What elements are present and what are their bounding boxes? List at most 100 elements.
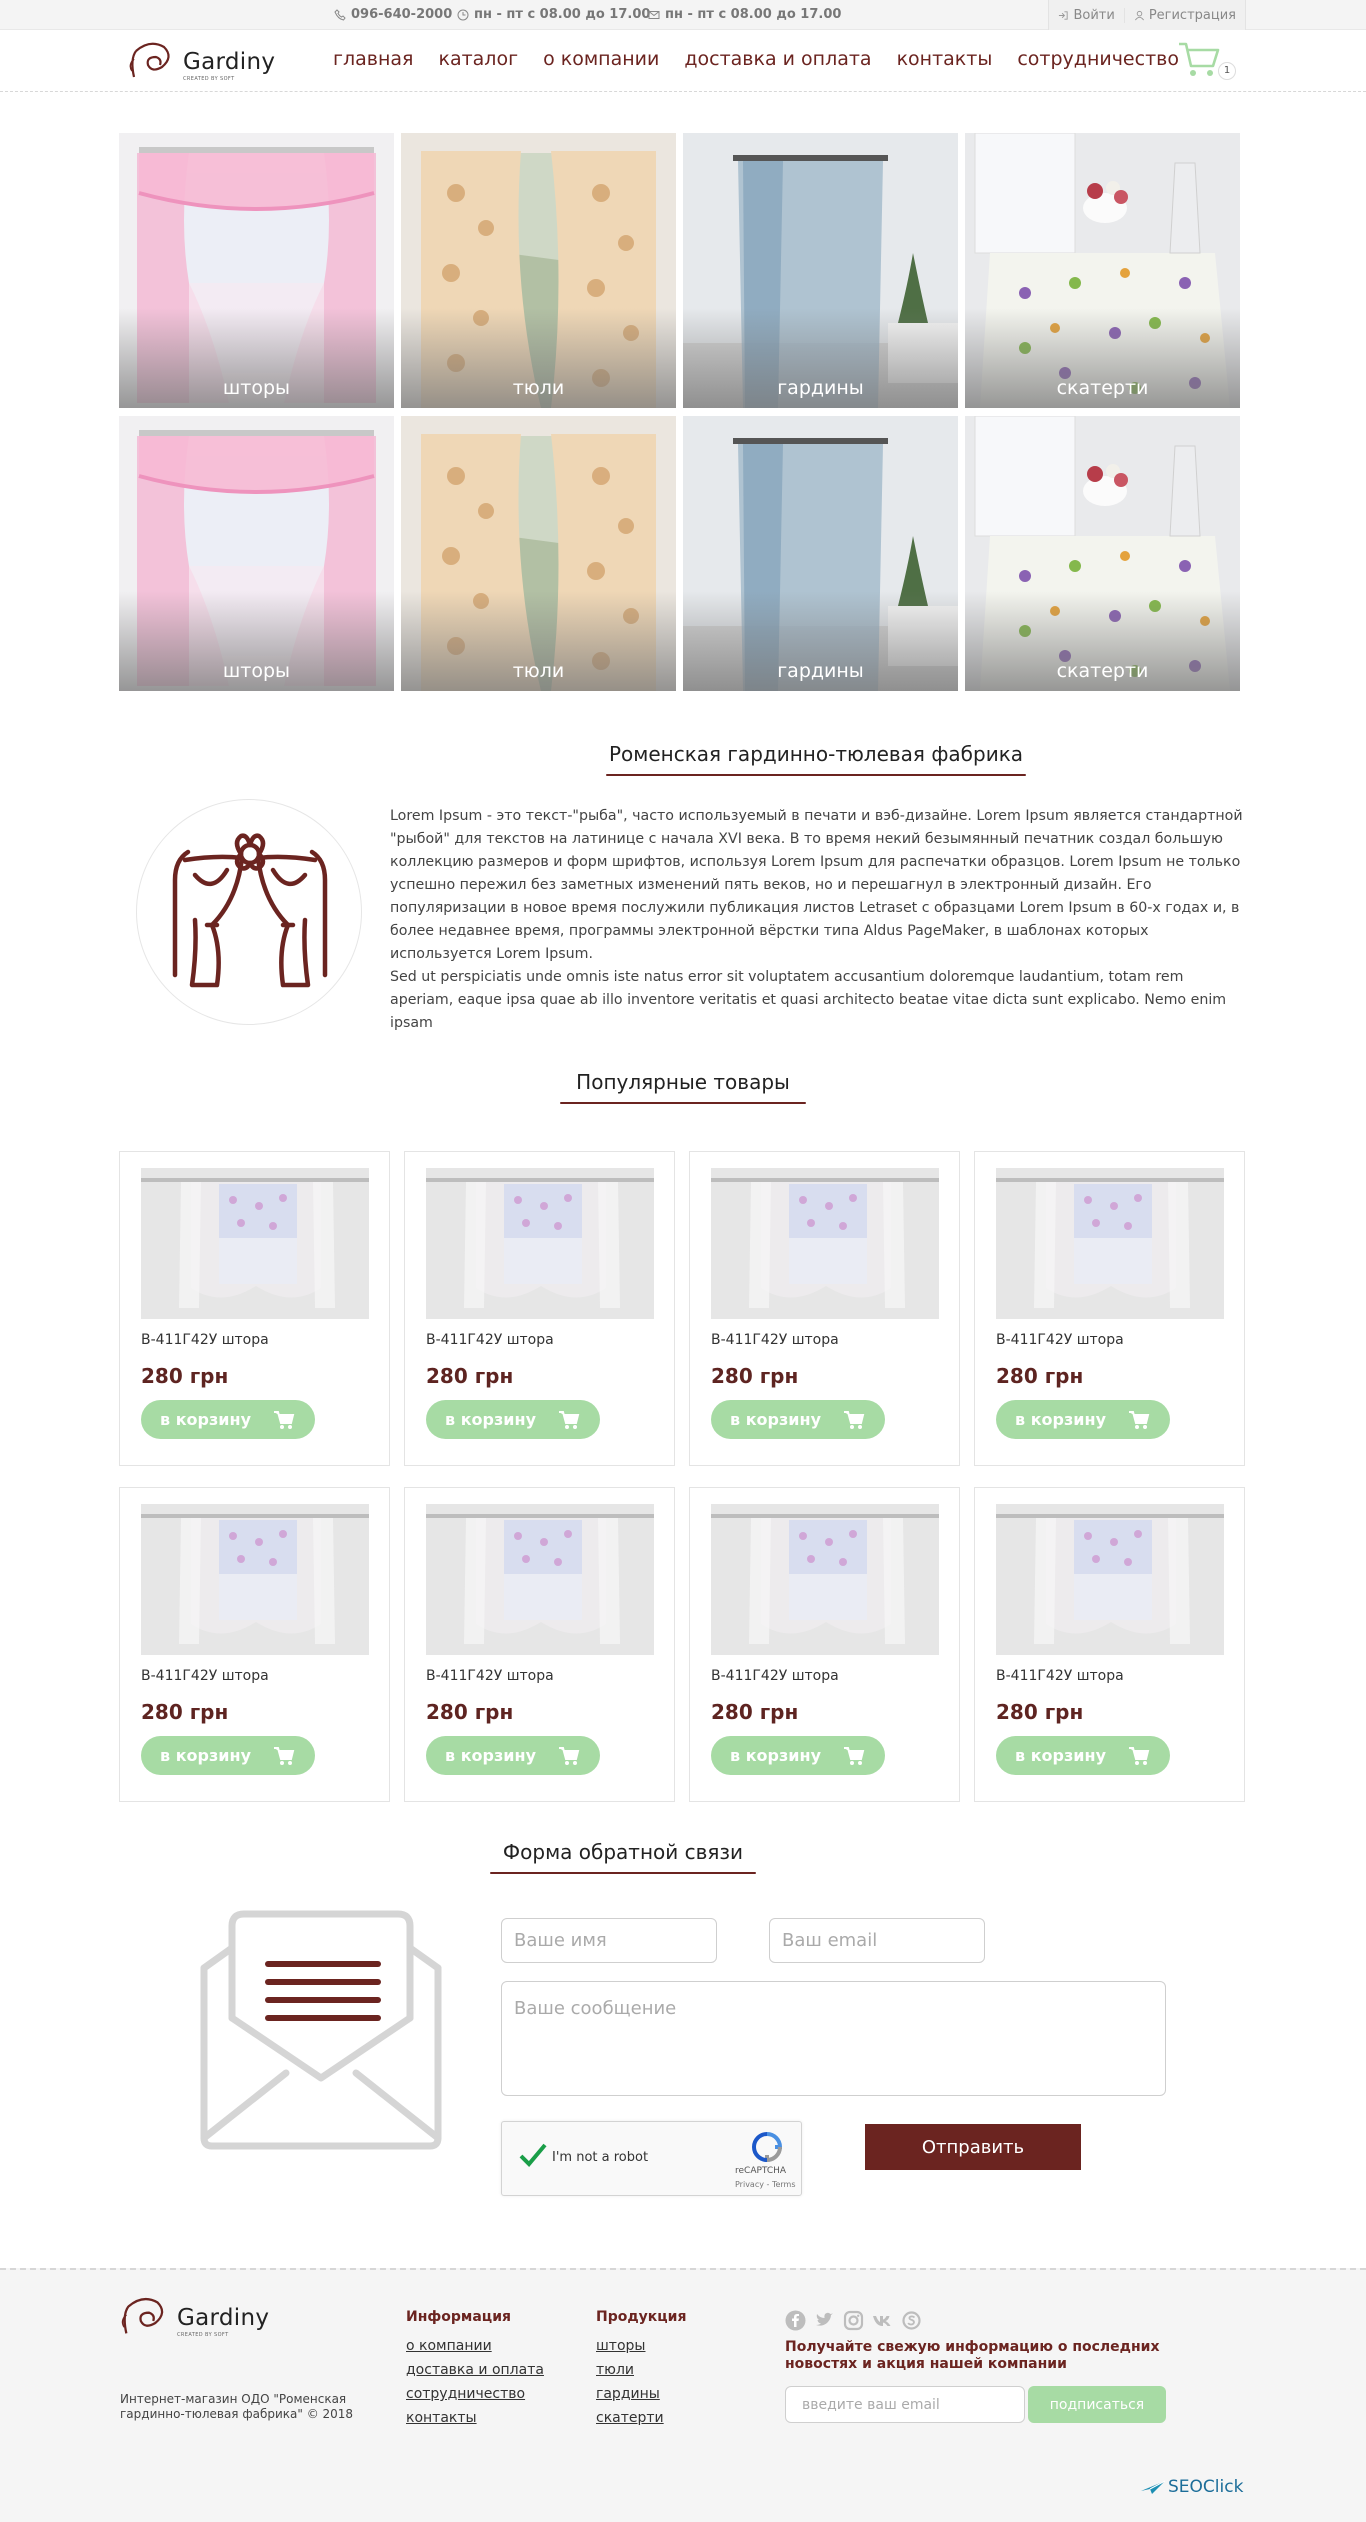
footer-link-tyuli[interactable]: тюли [596,2358,664,2382]
logo[interactable]: Gardiny CREATED BY SOFT [126,37,275,95]
product-name[interactable]: B-411Г42У штора [426,1332,554,1348]
add-to-cart-button[interactable]: в корзину [141,1400,315,1439]
product-card[interactable]: B-411Г42У штора 280 грн в корзину [119,1487,390,1802]
vk-icon[interactable] [872,2310,893,2331]
cart-icon [1179,42,1220,76]
product-name[interactable]: B-411Г42У штора [141,1668,269,1684]
nav-catalog[interactable]: каталог [438,48,518,70]
twitter-icon[interactable] [814,2310,835,2331]
add-to-cart-button[interactable]: в корзину [141,1736,315,1775]
phone-info[interactable]: 096-640-2000 [334,7,452,22]
add-to-cart-button[interactable]: в корзину [426,1400,600,1439]
product-name[interactable]: B-411Г42У штора [426,1668,554,1684]
skype-icon[interactable] [901,2310,922,2331]
footer-link-contacts[interactable]: контакты [406,2406,544,2430]
product-card[interactable]: B-411Г42У штора 280 грн в корзину [119,1151,390,1466]
message-placeholder: Ваше сообщение [514,1998,677,2019]
product-card[interactable]: B-411Г42У штора 280 грн в корзину [974,1151,1245,1466]
category-label: шторы [222,377,291,399]
product-image[interactable] [996,1168,1224,1319]
nav-about[interactable]: о компании [543,48,659,70]
login-label: Войти [1073,7,1115,23]
submit-button[interactable]: Отправить [865,2124,1081,2170]
checkmark-icon[interactable] [518,2142,548,2168]
email-input[interactable]: Ваш email [769,1918,985,1963]
header: Gardiny CREATED BY SOFT главная каталог … [0,30,1366,92]
footer-copyright: Интернет-магазин ОДО "Роменская гардинно… [120,2392,354,2421]
curtain-logo-icon [172,833,328,988]
add-to-cart-button[interactable]: в корзину [996,1400,1170,1439]
cart-icon [844,1746,865,1765]
nav-contacts[interactable]: контакты [897,48,993,70]
nav-home[interactable]: главная [333,48,413,70]
login-icon [1059,10,1069,20]
product-image[interactable] [711,1168,939,1319]
feedback-title: Форма обратной связи [490,1840,756,1874]
product-card[interactable]: B-411Г42У штора 280 грн в корзину [689,1487,960,1802]
footer-link-skaterti[interactable]: скатерти [596,2406,664,2430]
register-link[interactable]: Регистрация [1123,7,1245,23]
logo-mark-icon [129,42,170,78]
add-to-cart-button[interactable]: в корзину [996,1736,1170,1775]
product-image[interactable] [426,1504,654,1655]
category-tile-tyuli[interactable]: тюли [401,133,676,408]
product-card[interactable]: B-411Г42У штора 280 грн в корзину [404,1151,675,1466]
footer-link-about[interactable]: о компании [406,2334,544,2358]
cart-button[interactable]: 1 [1177,40,1236,82]
add-to-cart-button[interactable]: в корзину [426,1736,600,1775]
category-tile-shtory[interactable]: шторы [119,133,394,408]
product-name[interactable]: B-411Г42У штора [996,1668,1124,1684]
title-underline [560,1102,806,1104]
category-tile-skaterti-2[interactable]: скатерти [965,416,1240,691]
subscribe-button[interactable]: подписаться [1028,2386,1166,2423]
product-image[interactable] [426,1168,654,1319]
login-link[interactable]: Войти [1049,8,1123,23]
category-label: шторы [222,660,291,682]
product-card[interactable]: B-411Г42У штора 280 грн в корзину [974,1487,1245,1802]
envelope-illustration [196,1908,446,2153]
add-to-cart-label: в корзину [730,1746,821,1765]
footer-link-shtory[interactable]: шторы [596,2334,664,2358]
product-name[interactable]: B-411Г42У штора [141,1332,269,1348]
product-card[interactable]: B-411Г42У штора 280 грн в корзину [689,1151,960,1466]
name-input[interactable]: Ваше имя [501,1918,717,1963]
about-paragraph-2: Sed ut perspiciatis unde omnis iste natu… [390,969,1227,1031]
product-card[interactable]: B-411Г42У штора 280 грн в корзину [404,1487,675,1802]
nav-cooperation[interactable]: сотрудничество [1017,48,1179,70]
category-tile-shtory-2[interactable]: шторы [119,416,394,691]
facebook-icon[interactable] [785,2310,806,2331]
developer-credit[interactable]: SEOClick [1140,2477,1243,2497]
footer-link-gardiny[interactable]: гардины [596,2382,664,2406]
footer-link-delivery[interactable]: доставка и оплата [406,2358,544,2382]
product-name[interactable]: B-411Г42У штора [711,1332,839,1348]
footer-link-cooperation[interactable]: сотрудничество [406,2382,544,2406]
title-underline [490,1872,756,1874]
social-links [785,2310,922,2331]
category-tile-skaterti[interactable]: скатерти [965,133,1240,408]
product-name[interactable]: B-411Г42У штора [996,1332,1124,1348]
email-placeholder: Ваш email [782,1930,878,1951]
category-tile-tyuli-2[interactable]: тюли [401,416,676,691]
product-image[interactable] [996,1504,1224,1655]
logo-tagline: CREATED BY SOFT [183,76,235,82]
popular-title-text: Популярные товары [576,1070,790,1094]
message-textarea[interactable]: Ваше сообщение [501,1981,1166,2096]
nav-delivery[interactable]: доставка и оплата [684,48,871,70]
captcha-links[interactable]: Privacy - Terms [735,2180,796,2189]
category-tile-gardiny-2[interactable]: гардины [683,416,958,691]
add-to-cart-label: в корзину [730,1410,821,1429]
category-tile-gardiny[interactable]: гардины [683,133,958,408]
add-to-cart-button[interactable]: в корзину [711,1736,885,1775]
add-to-cart-button[interactable]: в корзину [711,1400,885,1439]
footer-logo[interactable]: Gardiny CREATED BY SOFT [118,2292,269,2352]
logo-mark-icon [121,2297,164,2334]
product-name[interactable]: B-411Г42У штора [711,1668,839,1684]
newsletter-email-input[interactable]: введите ваш email [785,2386,1025,2423]
product-price: 280 грн [141,1364,229,1388]
product-image[interactable] [141,1168,369,1319]
product-image[interactable] [141,1504,369,1655]
product-image[interactable] [711,1504,939,1655]
curtain-product-image [426,1504,654,1655]
instagram-icon[interactable] [843,2310,864,2331]
footer-products-title: Продукция [596,2309,687,2325]
